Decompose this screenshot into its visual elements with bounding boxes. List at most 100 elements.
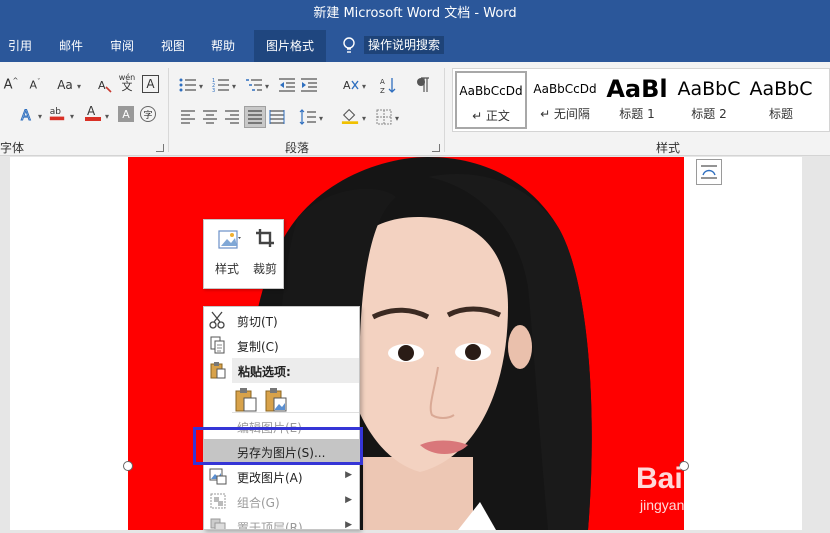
crop-button[interactable]: 裁剪 (246, 220, 284, 288)
chevron-down-icon: ▾ (395, 114, 400, 123)
chevron-down-icon: ▾ (38, 112, 43, 121)
menu-item-bring-to-front[interactable]: 置于顶层(R) ▶ (204, 514, 359, 530)
svg-text:A: A (380, 78, 385, 86)
window-title: 新建 Microsoft Word 文档 - Word (313, 6, 517, 21)
line-spacing-icon[interactable] (299, 108, 317, 126)
style-name: 标题 2 (691, 107, 727, 121)
tab-mailings[interactable]: 邮件 (51, 30, 91, 62)
shrink-font-icon[interactable]: Aˇ (26, 76, 44, 94)
watermark-url: jingyan.baidu.com (639, 497, 753, 513)
decrease-indent-icon[interactable] (278, 76, 296, 94)
menu-item-cut[interactable]: 剪切(T) (204, 308, 359, 333)
mini-toolbar: 样式 裁剪 (203, 219, 284, 289)
scissors-icon (209, 311, 225, 329)
borders-icon[interactable] (375, 108, 393, 126)
character-shading-icon[interactable]: A (118, 106, 134, 122)
clear-format-icon[interactable]: A (96, 76, 114, 94)
multilevel-list-icon[interactable] (245, 76, 263, 94)
copy-icon (210, 336, 225, 354)
character-border-icon[interactable]: A (142, 75, 159, 93)
clipboard-icon (210, 362, 226, 379)
menu-label: 剪切(T) (237, 315, 278, 329)
align-center-icon[interactable] (201, 108, 219, 126)
enclose-characters-icon[interactable]: 字 (140, 106, 156, 122)
menu-item-group[interactable]: 组合(G) ▶ (204, 489, 359, 514)
watermark-brand: Bai (636, 462, 683, 495)
menu-item-change-picture[interactable]: 更改图片(A) ▶ (204, 464, 359, 489)
styles-gallery: AaBbCcDd ↵ 正文 AaBbCcDd ↵ 无间隔 AaBl 标题 1 A… (452, 68, 830, 132)
bullets-icon[interactable] (179, 76, 197, 94)
justify-icon[interactable] (244, 106, 266, 128)
style-no-spacing[interactable]: AaBbCcDd ↵ 无间隔 (529, 71, 601, 129)
menu-separator (232, 412, 359, 413)
style-normal[interactable]: AaBbCcDd ↵ 正文 (455, 71, 527, 129)
increase-indent-icon[interactable] (300, 76, 318, 94)
annotation-highlight-box (193, 427, 363, 465)
tab-view[interactable]: 视图 (153, 30, 193, 62)
tab-picture-format[interactable]: 图片格式 (254, 30, 327, 62)
style-name: 标题 1 (619, 107, 655, 121)
style-sample: AaBbCcDd (533, 82, 597, 96)
distributed-icon[interactable] (268, 108, 286, 126)
styles-group-label: 样式 (656, 141, 681, 155)
chevron-down-icon: ▾ (265, 82, 270, 91)
sort-icon[interactable]: AZ (380, 76, 398, 94)
picture-style-button[interactable]: 样式 (208, 220, 246, 288)
show-marks-icon[interactable] (414, 76, 432, 94)
paste-option-buttons (204, 385, 359, 415)
align-left-icon[interactable] (179, 108, 197, 126)
crop-label: 裁剪 (252, 262, 277, 276)
ribbon-tab-bar: 引用 邮件 审阅 视图 帮助 图片格式 操作说明搜索 (0, 30, 830, 62)
lightbulb-icon[interactable] (340, 36, 358, 56)
style-sample: AaBbCcDd (459, 84, 523, 98)
paragraph-dialog-launcher-icon[interactable] (432, 144, 440, 152)
group-divider (168, 68, 169, 152)
style-name: ↵ 无间隔 (540, 107, 590, 121)
font-color-icon[interactable]: A (84, 104, 102, 122)
numbering-icon[interactable]: 123 (212, 76, 230, 94)
menu-label: 组合(G) (237, 496, 280, 510)
chevron-down-icon: ▾ (105, 112, 110, 121)
boxed-a: A (146, 77, 155, 91)
font-dialog-launcher-icon[interactable] (156, 144, 164, 152)
svg-text:3: 3 (212, 88, 215, 93)
change-picture-icon (209, 468, 227, 485)
paste-keep-source-icon[interactable] (234, 387, 258, 413)
align-right-icon[interactable] (223, 108, 241, 126)
watermark-suffix: 经验 (732, 465, 784, 495)
paste-options-header: 粘贴选项: (232, 358, 359, 383)
tell-me-search[interactable]: 操作说明搜索 (364, 36, 445, 54)
chinese-layout-icon[interactable]: A (342, 76, 360, 94)
layout-options-icon[interactable] (696, 159, 722, 185)
menu-item-copy[interactable]: 复制(C) (204, 333, 359, 358)
style-heading-1[interactable]: AaBl 标题 1 (601, 71, 673, 129)
paw-icon (693, 459, 728, 488)
picture-style-icon (218, 230, 241, 249)
chevron-down-icon: ▾ (362, 114, 367, 123)
chevron-down-icon: ▾ (362, 82, 367, 91)
text-effects-icon[interactable]: A (18, 106, 36, 125)
menu-label: 粘贴选项: (238, 365, 291, 379)
chevron-down-icon: ▾ (70, 112, 75, 121)
ribbon: A^ Aˇ Aa ▾ A wén 文 A A ▾ ab ▾ A ▾ A 字 字体… (0, 62, 830, 156)
paste-picture-icon[interactable] (264, 387, 288, 413)
style-name: 标题 (768, 107, 793, 121)
tab-review[interactable]: 审阅 (102, 30, 142, 62)
shading-icon[interactable] (341, 106, 359, 124)
phonetic-guide-icon[interactable]: wén 文 (118, 73, 136, 93)
change-case-icon[interactable]: Aa (54, 76, 76, 94)
chevron-down-icon: ▾ (77, 82, 82, 91)
change-case-label: Aa (57, 78, 73, 92)
resize-handle-left[interactable] (123, 461, 133, 471)
menu-label: 置于顶层(R) (237, 521, 303, 530)
paragraph-group-label: 段落 (285, 141, 310, 155)
group-divider (444, 68, 445, 152)
highlight-color-icon[interactable]: ab (48, 104, 66, 122)
svg-text:A: A (98, 79, 106, 92)
style-heading-2[interactable]: AaBbC 标题 2 (673, 71, 745, 129)
tab-references[interactable]: 引用 (0, 30, 40, 62)
tab-help[interactable]: 帮助 (203, 30, 243, 62)
style-title[interactable]: AaBbC 标题 (745, 71, 817, 129)
grow-font-icon[interactable]: A^ (2, 76, 20, 94)
phonetic-bottom: 文 (121, 80, 133, 93)
